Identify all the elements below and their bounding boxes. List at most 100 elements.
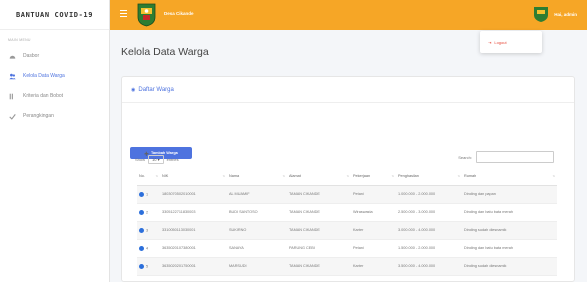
sidebar-item-perangkingan[interactable]: Perangkingan <box>0 106 109 126</box>
cell-alamat: TAMAN CIKANDE <box>287 203 351 222</box>
card-header: ◉ Daftar Warga <box>122 77 574 103</box>
entries-select-value: 10 <box>152 157 157 162</box>
cell-nama: BUDI SANTOSO <box>227 203 287 222</box>
search-control: Search: <box>458 151 554 163</box>
cell-nama: AL MUAMIF <box>227 185 287 204</box>
sort-icon: ⇅ <box>391 174 394 178</box>
cell-alamat: TAMAN CIKANDE <box>287 257 351 276</box>
table-header-row: No. ⇅ NIK ⇅ Nama ⇅ Alamat ⇅ Pekerjaan ⇅ Pengh… <box>137 168 557 186</box>
sidebar-item-label: Perangkingan <box>23 113 54 119</box>
cell-pekerjaan: Karter <box>351 257 396 276</box>
sort-icon: ⇅ <box>155 174 158 178</box>
users-icon <box>9 73 16 80</box>
column-header-no[interactable]: No. ⇅ <box>137 168 160 186</box>
col-label: Penghasilan <box>398 174 419 179</box>
cell-nik: 1803070502010001 <box>160 185 227 204</box>
topbar: Desa Cikande Hai, admin <box>110 0 587 30</box>
col-label: No. <box>139 174 145 179</box>
check-icon <box>9 113 16 120</box>
cell-no: 5 <box>137 257 160 276</box>
col-label: Rumah <box>464 174 477 179</box>
logout-label: Logout <box>494 39 507 45</box>
cell-no-value: 4 <box>146 246 149 250</box>
cell-alamat: TAMAN CIKANDE <box>287 221 351 240</box>
cell-penghasilan: 1.000.000 - 2.000.000 <box>396 185 462 204</box>
cell-rumah: Dinding sudah diesnamik <box>462 257 557 276</box>
entries-label: entries <box>166 157 179 162</box>
cell-no-value: 2 <box>146 210 149 214</box>
cell-alamat: TAMAN CIKANDE <box>287 185 351 204</box>
expand-row-icon[interactable] <box>139 245 144 251</box>
sidebar-item-dasbor[interactable]: Dasbor <box>0 46 109 66</box>
cell-nik: 3305122711830003 <box>160 203 227 222</box>
column-header-penghasilan[interactable]: Penghasilan ⇅ <box>396 168 462 186</box>
cell-nama: MARSUDI <box>227 257 287 276</box>
cell-pekerjaan: Petani <box>351 185 396 204</box>
table-row[interactable]: 4 3635020107380001 SANAYA PARUNG CEBI Pe… <box>137 239 557 258</box>
column-header-alamat[interactable]: Alamat ⇅ <box>287 168 351 186</box>
search-input[interactable] <box>476 151 554 163</box>
sidebar-item-kelola-data-warga[interactable]: Kelola Data Warga <box>0 66 109 86</box>
sort-icon: ⇅ <box>282 174 285 178</box>
table-row[interactable]: 5 3635020201750001 MARSUDI TAMAN CIKANDE… <box>137 257 557 276</box>
sidebar-item-label: Kelola Data Warga <box>23 73 65 79</box>
sidebar-item-label: Dasbor <box>23 53 40 59</box>
cell-penghasilan: 1.500.000 - 2.000.000 <box>396 239 462 258</box>
column-header-rumah[interactable]: Rumah ⇅ <box>462 168 557 186</box>
user-menu[interactable]: Hai, admin <box>532 5 577 23</box>
sidebar-item-kriteria-dan-bobot[interactable]: Kriteria dan Bobot <box>0 86 109 106</box>
cell-pekerjaan: Petani <box>351 239 396 258</box>
card-header-title: Daftar Warga <box>138 86 174 93</box>
cell-nik: 3310050113030001 <box>160 221 227 240</box>
regency-logo <box>137 3 156 27</box>
cell-rumah: Dinding sudah diesnamik <box>462 221 557 240</box>
expand-row-icon[interactable] <box>139 263 144 269</box>
cell-no: 2 <box>137 203 160 222</box>
column-header-nama[interactable]: Nama ⇅ <box>227 168 287 186</box>
logout-menu-item[interactable]: ⇥ Logout <box>480 31 542 53</box>
search-label: Search: <box>458 154 472 160</box>
entries-length-control: Show 10 ▾ entries <box>135 155 179 164</box>
cell-no: 3 <box>137 221 160 240</box>
cell-no-value: 5 <box>146 264 149 268</box>
cell-no-value: 1 <box>146 192 149 196</box>
cell-rumah: Dinding dan papan <box>462 185 557 204</box>
sort-icon: ⇅ <box>346 174 349 178</box>
col-label: NIK <box>162 174 169 179</box>
cell-alamat: PARUNG CEBI <box>287 239 351 258</box>
expand-row-icon[interactable] <box>139 191 144 197</box>
village-title: Desa Cikande <box>164 11 194 16</box>
col-label: Alamat <box>289 174 301 179</box>
sort-icon: ⇅ <box>222 174 225 178</box>
cell-nik: 3635020107380001 <box>160 239 227 258</box>
dashboard-icon <box>9 53 16 60</box>
cell-nik: 3635020201750001 <box>160 257 227 276</box>
cell-no-value: 3 <box>146 228 149 232</box>
hamburger-menu-icon[interactable] <box>120 10 127 18</box>
sort-icon: ⇅ <box>457 174 460 178</box>
cell-pekerjaan: Karter <box>351 221 396 240</box>
sort-icon: ⇅ <box>552 174 555 178</box>
user-avatar <box>532 5 550 23</box>
column-header-pekerjaan[interactable]: Pekerjaan ⇅ <box>351 168 396 186</box>
table-row[interactable]: 2 3305122711830003 BUDI SANTOSO TAMAN CI… <box>137 203 557 222</box>
cell-no: 1 <box>137 185 160 204</box>
expand-row-icon[interactable] <box>139 209 144 215</box>
cell-penghasilan: 3.500.000 - 4.000.000 <box>396 257 462 276</box>
entries-select[interactable]: 10 ▾ <box>148 155 164 164</box>
expand-row-icon[interactable] <box>139 227 144 233</box>
list-icon <box>9 93 16 100</box>
table-row[interactable]: 1 1803070502010001 AL MUAMIF TAMAN CIKAN… <box>137 185 557 204</box>
brand-title[interactable]: BANTUAN COVID-19 <box>0 0 109 30</box>
col-label: Nama <box>229 174 240 179</box>
cell-rumah: Dinding dan batu bata merah <box>462 203 557 222</box>
cell-nama: SANAYA <box>227 239 287 258</box>
show-label: Show <box>135 157 146 162</box>
menu-heading: MAIN MENU <box>8 38 31 42</box>
cell-rumah: Dinding dan batu bata merah <box>462 239 557 258</box>
column-header-nik[interactable]: NIK ⇅ <box>160 168 227 186</box>
table-row[interactable]: 3 3310050113030001 SUKIRNO TAMAN CIKANDE… <box>137 221 557 240</box>
users-icon: ◉ <box>131 86 136 93</box>
sidebar-item-label: Kriteria dan Bobot <box>23 93 64 99</box>
cell-no: 4 <box>137 239 160 258</box>
